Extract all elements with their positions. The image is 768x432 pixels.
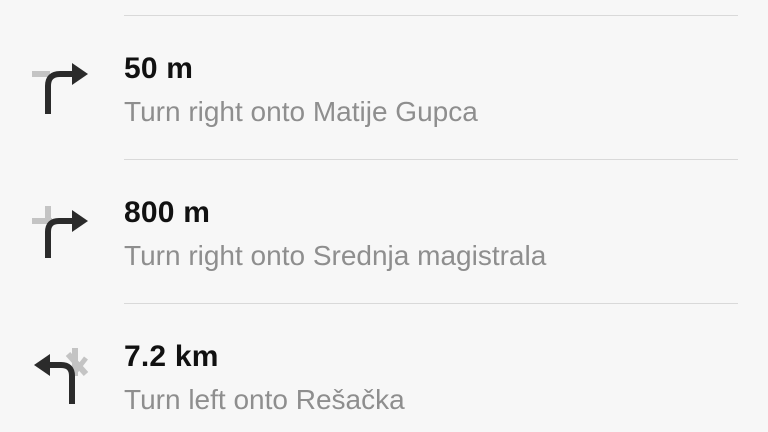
direction-step-2[interactable]: 800 m Turn right onto Srednja magistrala — [0, 160, 768, 303]
step-distance: 50 m — [124, 52, 194, 85]
step-instruction: Turn left onto Rešačka — [124, 384, 405, 415]
step-distance: 800 m — [124, 196, 211, 229]
directions-list: 50 m Turn right onto Matije Gupca 800 m … — [0, 0, 768, 432]
turn-right-icon — [28, 202, 92, 258]
step-distance: 7.2 km — [124, 340, 219, 373]
step-instruction: Turn right onto Srednja magistrala — [124, 240, 547, 271]
direction-step-1[interactable]: 50 m Turn right onto Matije Gupca — [0, 16, 768, 159]
turn-right-icon — [28, 60, 92, 116]
step-instruction: Turn right onto Matije Gupca — [124, 96, 478, 127]
direction-step-3[interactable]: 7.2 km Turn left onto Rešačka — [0, 304, 768, 432]
turn-left-icon — [28, 346, 92, 404]
